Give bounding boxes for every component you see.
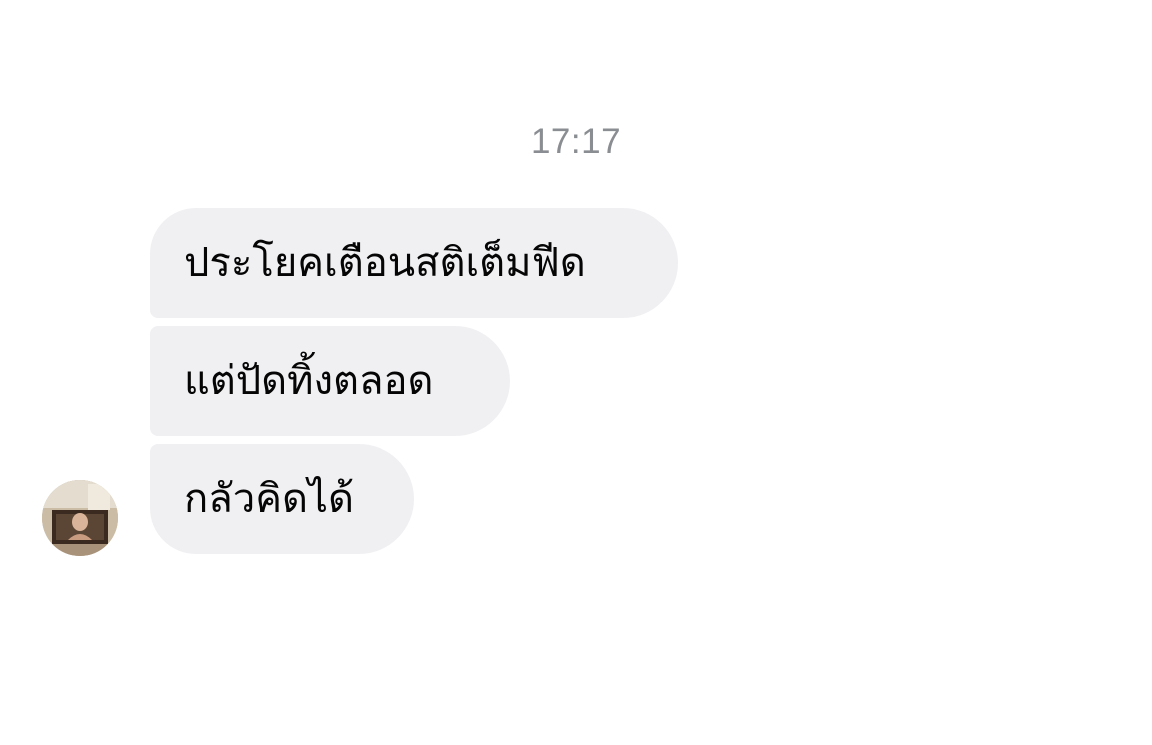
message-bubble-1[interactable]: ประโยคเตือนสติเต็มฟีด [150, 208, 678, 318]
message-bubble-2[interactable]: แต่ปัดทิ้งตลอด [150, 326, 510, 436]
message-bubble-3[interactable]: กลัวคิดได้ [150, 444, 414, 554]
avatar-photo [42, 480, 118, 556]
message-timestamp: 17:17 [530, 122, 622, 161]
message-text-1: ประโยคเตือนสติเต็มฟีด [184, 240, 586, 286]
message-text-2: แต่ปัดทิ้งตลอด [184, 358, 434, 404]
sender-avatar-icon[interactable] [42, 480, 118, 556]
message-text-3: กลัวคิดได้ [184, 476, 355, 522]
